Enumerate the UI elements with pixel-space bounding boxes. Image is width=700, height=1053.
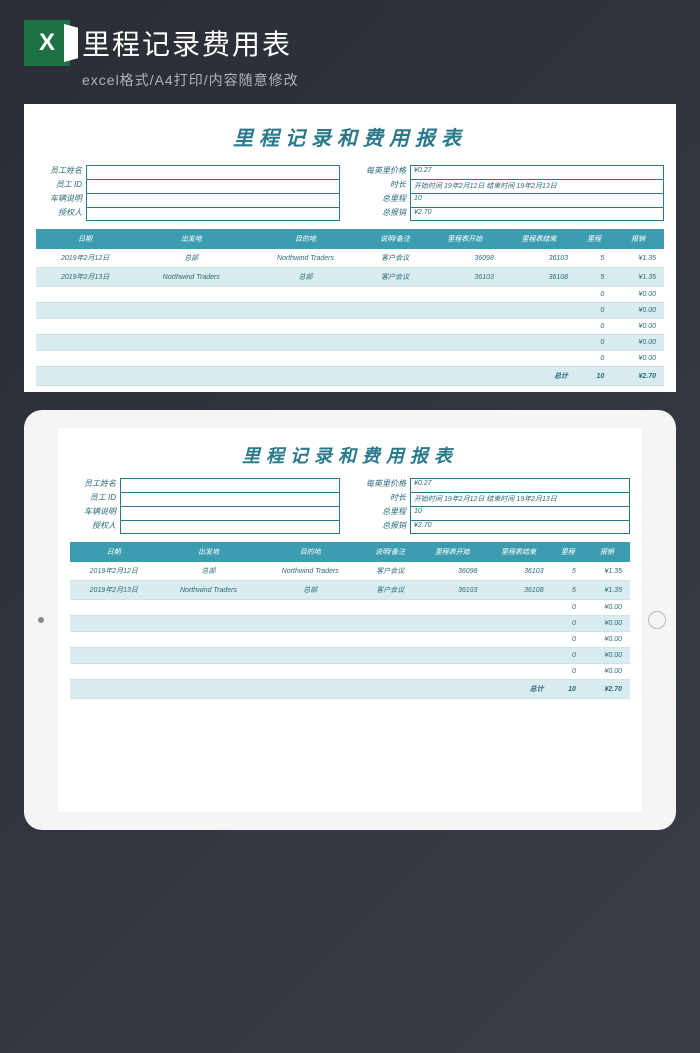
sheet-title: 里程记录和费用报表 [36, 114, 664, 165]
banner-subtitle: excel格式/A4打印/内容随意修改 [0, 70, 700, 104]
total-row: 总计10¥2.70 [70, 680, 630, 699]
box-emp-name [86, 165, 340, 179]
val-total-miles: 10 [410, 193, 664, 207]
col-header: 目的地 [248, 229, 362, 249]
col-header: 报销 [612, 229, 664, 249]
banner-title: 里程记录费用表 [82, 23, 292, 63]
mileage-table-2: 日期出发地目的地说明/备注里程表开始里程表结束里程报销 2019年2月12日总部… [70, 542, 630, 699]
table-row: 2019年2月13日Northwind Traders总部客户会议3610336… [36, 268, 664, 287]
label-total-miles: 总里程 [360, 193, 410, 207]
table-row: 0¥0.00 [70, 600, 630, 616]
col-header: 里程表结束 [502, 229, 576, 249]
table-row: 2019年2月12日总部Northwind Traders客户会议3609836… [70, 562, 630, 581]
box-emp-id [86, 179, 340, 193]
val-rate: ¥0.27 [410, 165, 664, 179]
table-row: 0¥0.00 [36, 351, 664, 367]
val-total-reimb: ¥2.70 [410, 207, 664, 221]
table-row: 0¥0.00 [36, 287, 664, 303]
tablet-camera-icon [38, 617, 44, 623]
tablet-screen: 里程记录和费用报表 员工姓名 员工 ID 车辆说明 授权人 每英里价格¥0.27… [58, 428, 642, 812]
total-row: 总计10¥2.70 [36, 367, 664, 386]
table-row: 0¥0.00 [36, 335, 664, 351]
tablet-home-button [648, 611, 666, 629]
col-header: 报销 [584, 542, 630, 562]
col-header: 出发地 [158, 542, 260, 562]
table-row: 0¥0.00 [70, 616, 630, 632]
col-header: 里程 [552, 542, 584, 562]
table-row: 2019年2月12日总部Northwind Traders客户会议3609836… [36, 249, 664, 268]
col-header: 出发地 [134, 229, 248, 249]
table-row: 0¥0.00 [36, 303, 664, 319]
col-header: 里程表开始 [428, 229, 502, 249]
val-duration: 开始时间 19年2月12日 结束时间 19年2月13日 [410, 179, 664, 193]
table-row: 0¥0.00 [70, 648, 630, 664]
table-row: 0¥0.00 [70, 632, 630, 648]
col-header: 日期 [36, 229, 134, 249]
label-total-reimb: 总报销 [360, 207, 410, 221]
col-header: 日期 [70, 542, 158, 562]
table-row: 0¥0.00 [36, 319, 664, 335]
excel-icon: X [24, 20, 70, 66]
box-authorizer [86, 207, 340, 221]
label-rate: 每英里价格 [360, 165, 410, 179]
table-row: 0¥0.00 [70, 664, 630, 680]
col-header: 里程表开始 [419, 542, 485, 562]
mileage-table: 日期出发地目的地说明/备注里程表开始里程表结束里程报销 2019年2月12日总部… [36, 229, 664, 386]
col-header: 目的地 [259, 542, 361, 562]
excel-icon-letter: X [39, 29, 55, 57]
col-header: 里程表结束 [485, 542, 551, 562]
label-emp-name: 员工姓名 [36, 165, 86, 179]
label-vehicle: 车辆说明 [36, 193, 86, 207]
table-header-row: 日期出发地目的地说明/备注里程表开始里程表结束里程报销 [36, 229, 664, 249]
info-grid-2: 员工姓名 员工 ID 车辆说明 授权人 每英里价格¥0.27 时长开始时间 19… [70, 478, 630, 534]
col-header: 说明/备注 [361, 542, 419, 562]
label-emp-id: 员工 ID [36, 179, 86, 193]
col-header: 说明/备注 [363, 229, 428, 249]
table-row: 2019年2月13日Northwind Traders总部客户会议3610336… [70, 581, 630, 600]
info-grid: 员工姓名 员工 ID 车辆说明 授权人 每英里价格¥0.27 时长开始时间 19… [36, 165, 664, 221]
sheet-title-2: 里程记录和费用报表 [70, 436, 630, 478]
sheet-preview-main: 里程记录和费用报表 员工姓名 员工 ID 车辆说明 授权人 每英里价格¥0.27… [24, 104, 676, 392]
col-header: 里程 [576, 229, 612, 249]
tablet-frame: 里程记录和费用报表 员工姓名 员工 ID 车辆说明 授权人 每英里价格¥0.27… [24, 410, 676, 830]
info-left: 员工姓名 员工 ID 车辆说明 授权人 [36, 165, 340, 221]
info-right: 每英里价格¥0.27 时长开始时间 19年2月12日 结束时间 19年2月13日… [360, 165, 664, 221]
label-authorizer: 授权人 [36, 207, 86, 221]
label-duration: 时长 [360, 179, 410, 193]
box-vehicle [86, 193, 340, 207]
header-banner: X 里程记录费用表 [0, 0, 700, 70]
